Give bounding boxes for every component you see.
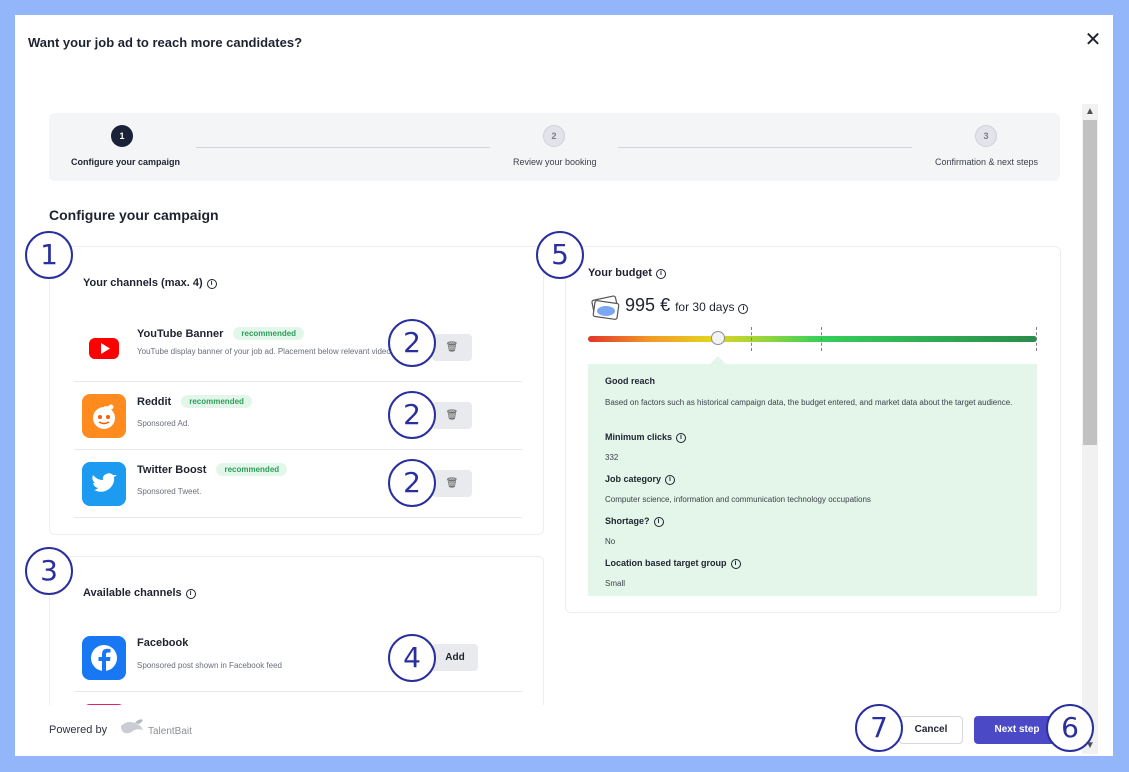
slider-tick: [1036, 327, 1037, 351]
channel-name: Twitter Boost recommended: [137, 463, 288, 476]
budget-amount: 995 € for 30 days i: [625, 295, 749, 316]
money-icon: [590, 291, 622, 323]
reddit-icon: [82, 394, 126, 438]
shortage-label: Shortage? i: [605, 516, 664, 527]
step-1-indicator: 1: [111, 125, 133, 147]
job-category-label-text: Job category: [605, 474, 662, 484]
section-title: Configure your campaign: [49, 207, 219, 223]
annotation-marker-2: 2: [388, 319, 436, 367]
shortage-label-text: Shortage?: [605, 516, 650, 526]
annotation-marker-7: 7: [855, 704, 903, 752]
min-clicks-value: 332: [605, 453, 619, 462]
location-label-text: Location based target group: [605, 558, 727, 568]
info-icon[interactable]: i: [206, 279, 217, 289]
channel-row-reddit: Reddit recommended Sponsored Ad. 🗑: [74, 382, 522, 450]
info-icon[interactable]: i: [730, 559, 741, 569]
annotation-marker-2: 2: [388, 459, 436, 507]
your-channels-title: Your channels (max. 4) i: [83, 277, 217, 289]
annotation-marker-3: 3: [25, 547, 73, 595]
facebook-icon: [82, 636, 126, 680]
powered-by-label: Powered by: [49, 724, 108, 736]
annotation-marker-4: 4: [388, 634, 436, 682]
annotation-marker-5: 5: [536, 231, 584, 279]
info-icon[interactable]: i: [665, 475, 676, 485]
your-channels-title-text: Your channels (max. 4): [83, 277, 203, 289]
recommended-badge: recommended: [216, 463, 288, 476]
youtube-icon: [82, 326, 126, 370]
reach-description: Based on factors such as historical camp…: [605, 398, 1013, 407]
job-category-value: Computer science, information and commun…: [605, 495, 871, 504]
recommended-badge: recommended: [233, 327, 305, 340]
channel-name: Facebook: [137, 637, 189, 649]
available-channels-title: Available channels i: [83, 587, 196, 599]
talentbait-logo-icon: [119, 718, 145, 738]
channel-name: Reddit recommended: [137, 395, 252, 408]
step-2-label: Review your booking: [513, 157, 597, 167]
min-clicks-label: Minimum clicks i: [605, 432, 687, 443]
channel-name-text: Reddit: [137, 396, 172, 408]
job-category-label: Job category i: [605, 474, 676, 485]
reach-pointer: [710, 356, 727, 364]
budget-title-text: Your budget: [588, 267, 652, 279]
step-1-label: Configure your campaign: [71, 157, 181, 167]
available-channels-title-text: Available channels: [83, 587, 182, 599]
remove-reddit-button[interactable]: 🗑: [432, 402, 472, 429]
campaign-modal: Want your job ad to reach more candidate…: [15, 15, 1113, 756]
close-button[interactable]: ✕: [1082, 29, 1104, 51]
budget-value: 995: [625, 295, 656, 315]
scroll-thumb[interactable]: [1083, 120, 1097, 445]
channel-description: Sponsored post shown in Facebook feed: [137, 661, 282, 670]
step-connector: [618, 147, 912, 148]
info-icon[interactable]: i: [653, 517, 664, 527]
info-icon[interactable]: i: [676, 433, 687, 443]
info-icon[interactable]: i: [738, 304, 749, 314]
progress-stepper: 1 Configure your campaign 2 Review your …: [49, 113, 1060, 181]
channel-description: Sponsored Tweet.: [137, 487, 202, 496]
budget-duration: for 30 days: [675, 300, 735, 314]
step-connector: [196, 147, 490, 148]
reach-title: Good reach: [605, 376, 656, 386]
annotation-marker-6: 6: [1046, 704, 1094, 752]
recommended-badge: recommended: [181, 395, 252, 408]
add-facebook-button[interactable]: Add: [432, 644, 478, 671]
step-3-label: Confirmation & next steps: [935, 157, 1039, 167]
modal-title: Want your job ad to reach more candidate…: [28, 35, 303, 50]
info-icon[interactable]: i: [655, 269, 666, 279]
twitter-icon: [82, 462, 126, 506]
scrollbar[interactable]: ▲ ▼: [1082, 104, 1098, 754]
budget-title: Your budget i: [588, 267, 666, 279]
brand-name: TalentBait: [148, 726, 192, 737]
cancel-button[interactable]: Cancel: [899, 716, 963, 744]
location-label: Location based target group i: [605, 558, 741, 569]
your-channels-card: Your channels (max. 4) i YouTube Banner re…: [49, 246, 544, 535]
channel-name-text: YouTube Banner: [137, 328, 224, 340]
location-value: Small: [605, 579, 626, 588]
scroll-up-icon[interactable]: ▲: [1082, 104, 1098, 120]
slider-tick: [751, 327, 752, 351]
info-icon[interactable]: i: [185, 589, 196, 599]
channel-description: YouTube display banner of your job ad. P…: [137, 347, 398, 356]
channel-name: YouTube Banner recommended: [137, 327, 305, 340]
reach-summary: Good reach Based on factors such as hist…: [588, 364, 1037, 596]
slider-tick: [821, 327, 822, 351]
channel-row-youtube: YouTube Banner recommended YouTube displa…: [74, 314, 522, 382]
channel-row-twitter: Twitter Boost recommended Sponsored Tweet…: [74, 450, 522, 518]
channel-name-text: Twitter Boost: [137, 464, 207, 476]
channel-row-facebook: Facebook Sponsored post shown in Faceboo…: [74, 624, 522, 692]
step-2-indicator: 2: [543, 125, 565, 147]
shortage-value: No: [605, 537, 616, 546]
budget-slider-track[interactable]: [588, 336, 1037, 342]
budget-currency: €: [660, 295, 671, 315]
channel-description: Sponsored Ad.: [137, 419, 190, 428]
remove-twitter-button[interactable]: 🗑: [432, 470, 472, 497]
remove-youtube-button[interactable]: 🗑: [432, 334, 472, 361]
min-clicks-label-text: Minimum clicks: [605, 432, 673, 442]
step-3-indicator: 3: [975, 125, 997, 147]
annotation-marker-2: 2: [388, 391, 436, 439]
annotation-marker-1: 1: [25, 231, 73, 279]
